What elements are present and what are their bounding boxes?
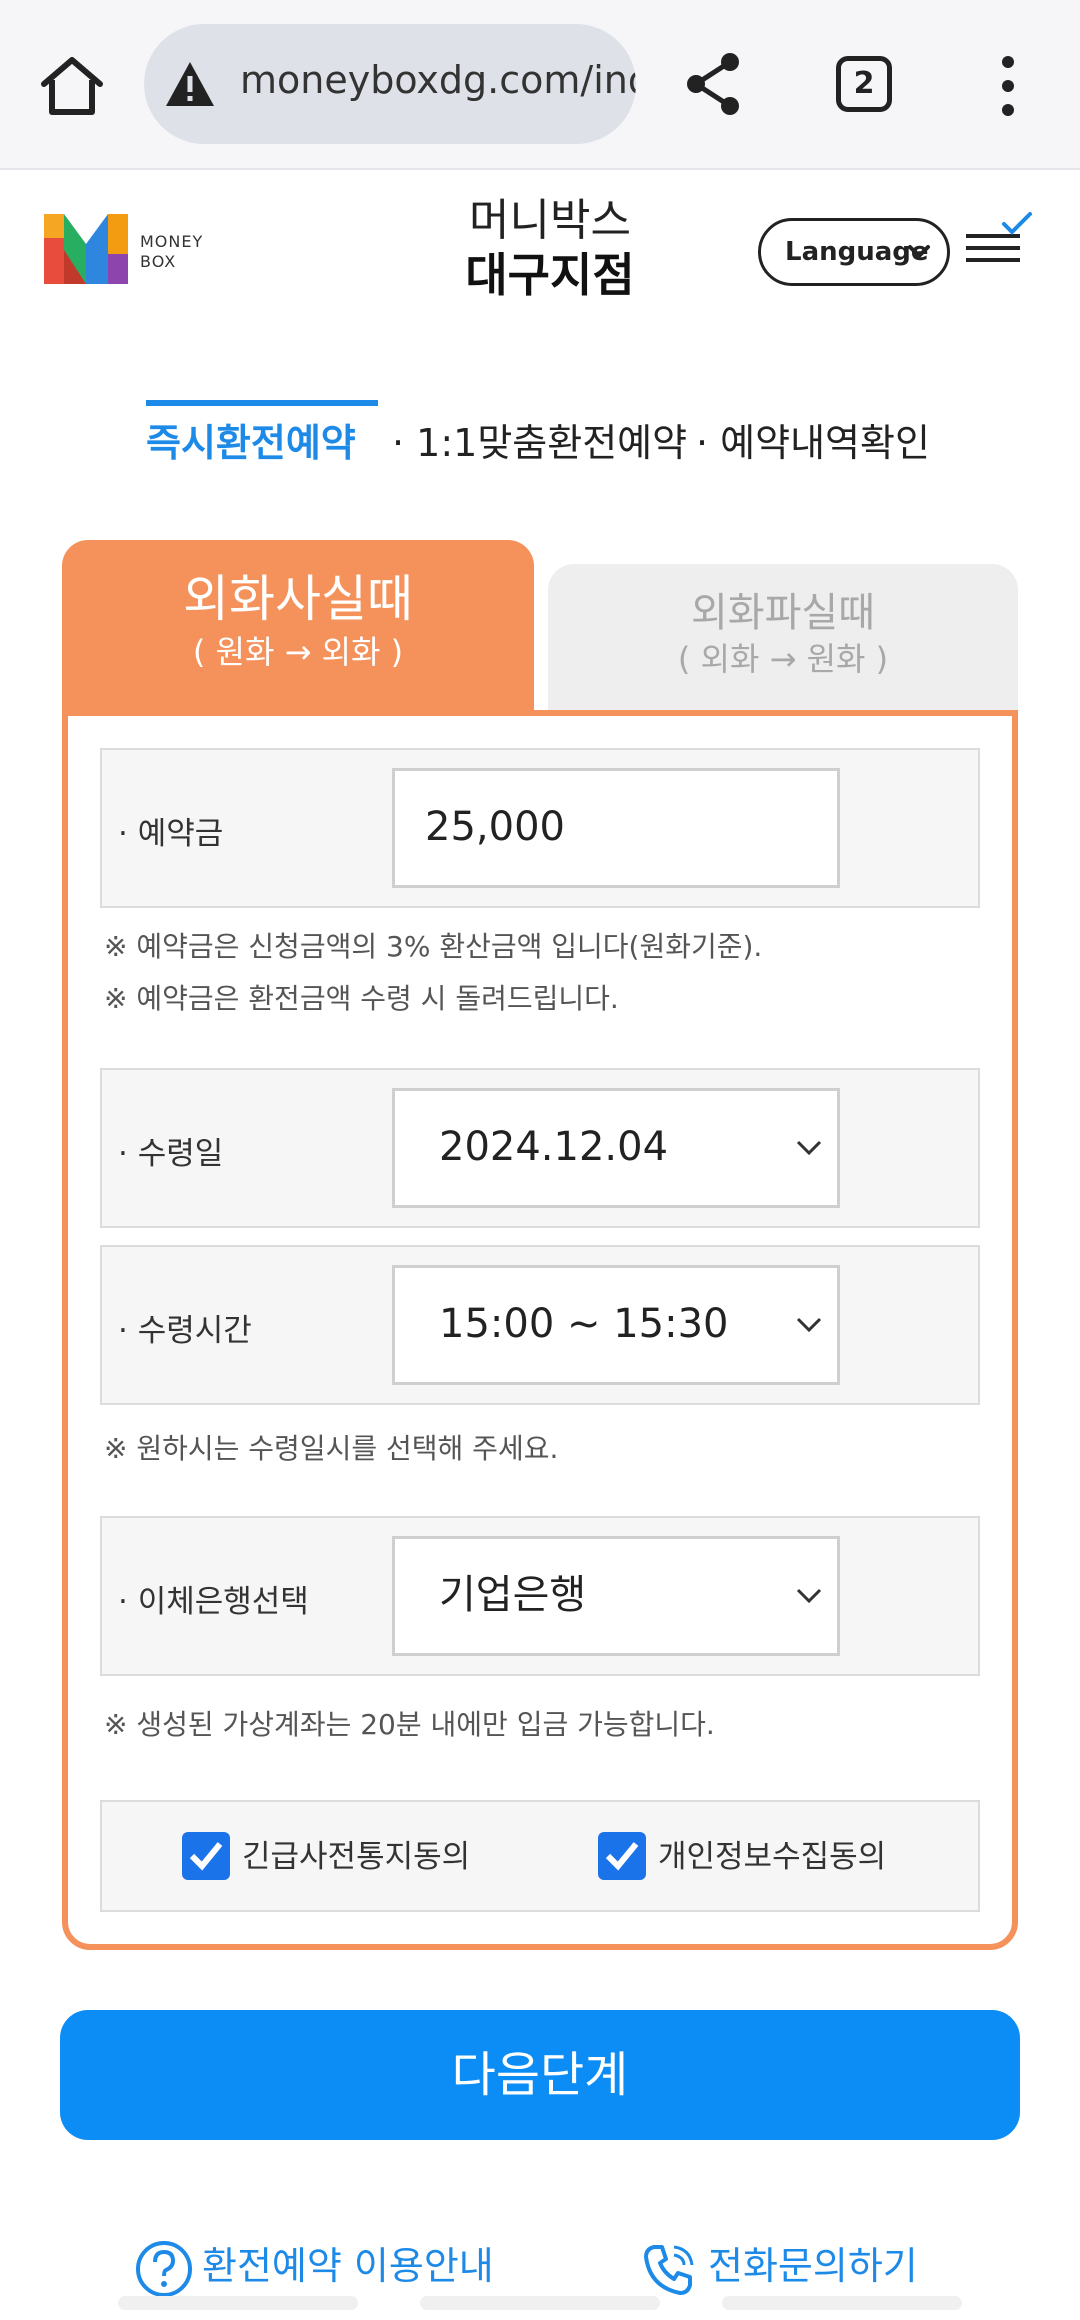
tab-sell-foreign-currency[interactable]: 외화파실때 ( 외화 → 원화 ): [548, 564, 1018, 710]
pickup-date-label: · 수령일: [118, 1136, 224, 1172]
checkbox-checked-icon[interactable]: [598, 1832, 646, 1880]
chevron-down-icon: [796, 1317, 822, 1333]
hamburger-menu-icon[interactable]: [964, 212, 1036, 272]
subnav-reservation-history[interactable]: · 예약내역확인: [696, 412, 930, 467]
bank-note: ※ 생성된 가상계좌는 20분 내에만 입금 가능합니다.: [104, 1708, 715, 1741]
pickup-time-value: 15:00 ~ 15:30: [439, 1301, 729, 1347]
agree-emergency-checkbox[interactable]: 긴급사전통지동의: [182, 1832, 470, 1882]
pickup-date-select[interactable]: 2024.12.04: [392, 1088, 840, 1208]
gesture-bar-right: [722, 2296, 962, 2310]
bank-select[interactable]: 기업은행: [392, 1536, 840, 1656]
site-title-line2: 대구지점: [465, 248, 635, 302]
checkbox-checked-icon[interactable]: [182, 1832, 230, 1880]
phone-link-label: 전화문의하기: [708, 2244, 918, 2288]
url-text: moneyboxdg.com/ind: [240, 58, 636, 102]
tab-sell-sub: ( 외화 → 원화 ): [677, 640, 889, 678]
pickup-date-row: · 수령일 2024.12.04: [100, 1068, 980, 1228]
agree-privacy-checkbox[interactable]: 개인정보수집동의: [598, 1832, 886, 1882]
bank-row: · 이체은행선택 기업은행: [100, 1516, 980, 1676]
chevron-down-icon: [796, 1140, 822, 1156]
pickup-time-label: · 수령시간: [118, 1313, 252, 1349]
phone-link[interactable]: 전화문의하기: [640, 2236, 918, 2299]
site-title-line1: 머니박스: [469, 195, 631, 246]
tab-switcher-button[interactable]: 2: [836, 56, 892, 112]
chevron-down-icon: [796, 1588, 822, 1604]
deposit-row: · 예약금 25,000: [100, 748, 980, 908]
warning-icon[interactable]: [164, 60, 216, 108]
agree-emergency-label: 긴급사전통지동의: [242, 1839, 471, 1875]
chevron-down-icon: [908, 245, 930, 259]
tab-buy-foreign-currency[interactable]: 외화사실때 ( 원화 → 외화 ): [62, 540, 534, 710]
pickup-date-value: 2024.12.04: [439, 1124, 669, 1170]
pickup-time-row: · 수령시간 15:00 ~ 15:30: [100, 1245, 980, 1405]
bank-label: · 이체은행선택: [118, 1584, 309, 1620]
bank-value: 기업은행: [439, 1572, 587, 1618]
more-vert-icon[interactable]: [990, 52, 1026, 120]
sub-navigation: 즉시환전예약 · 1:1맞춤환전예약 · 예약내역확인: [0, 400, 1080, 480]
agreement-row: 긴급사전통지동의 개인정보수집동의: [100, 1800, 980, 1912]
subnav-custom-reservation[interactable]: · 1:1맞춤환전예약: [392, 412, 687, 467]
moneybox-logo[interactable]: [44, 214, 128, 284]
guide-link[interactable]: 환전예약 이용안내: [134, 2236, 494, 2299]
language-button[interactable]: Language: [758, 218, 950, 286]
question-circle-icon: [136, 2240, 192, 2297]
deposit-label: · 예약금: [118, 816, 224, 852]
agree-privacy-label: 개인정보수집동의: [658, 1839, 887, 1875]
logo-text: MONEY BOX: [140, 232, 204, 271]
address-bar[interactable]: moneyboxdg.com/ind: [144, 24, 636, 144]
subnav-instant-reservation[interactable]: 즉시환전예약: [146, 412, 356, 467]
share-icon[interactable]: [678, 48, 750, 120]
pickup-note: ※ 원하시는 수령일시를 선택해 주세요.: [104, 1432, 559, 1465]
site-title: 머니박스 대구지점: [400, 194, 700, 302]
home-icon[interactable]: [36, 50, 108, 122]
active-tab-indicator: [146, 400, 378, 406]
tab-buy-label: 외화사실때: [183, 570, 413, 628]
phone-icon: [644, 2244, 694, 2295]
deposit-input[interactable]: 25,000: [392, 768, 840, 888]
tab-buy-sub: ( 원화 → 외화 ): [192, 633, 404, 671]
tab-sell-label: 외화파실때: [691, 590, 875, 636]
gesture-bar-center: [420, 2296, 660, 2310]
next-step-button[interactable]: 다음단계: [60, 2010, 1020, 2140]
gesture-bar-left: [118, 2296, 358, 2310]
guide-link-label: 환전예약 이용안내: [202, 2244, 494, 2288]
deposit-note-2: ※ 예약금은 환전금액 수령 시 돌려드립니다.: [104, 982, 619, 1015]
deposit-note-1: ※ 예약금은 신청금액의 3% 환산금액 입니다(원화기준).: [104, 930, 763, 963]
pickup-time-select[interactable]: 15:00 ~ 15:30: [392, 1265, 840, 1385]
browser-toolbar: moneyboxdg.com/ind 2: [0, 0, 1080, 170]
